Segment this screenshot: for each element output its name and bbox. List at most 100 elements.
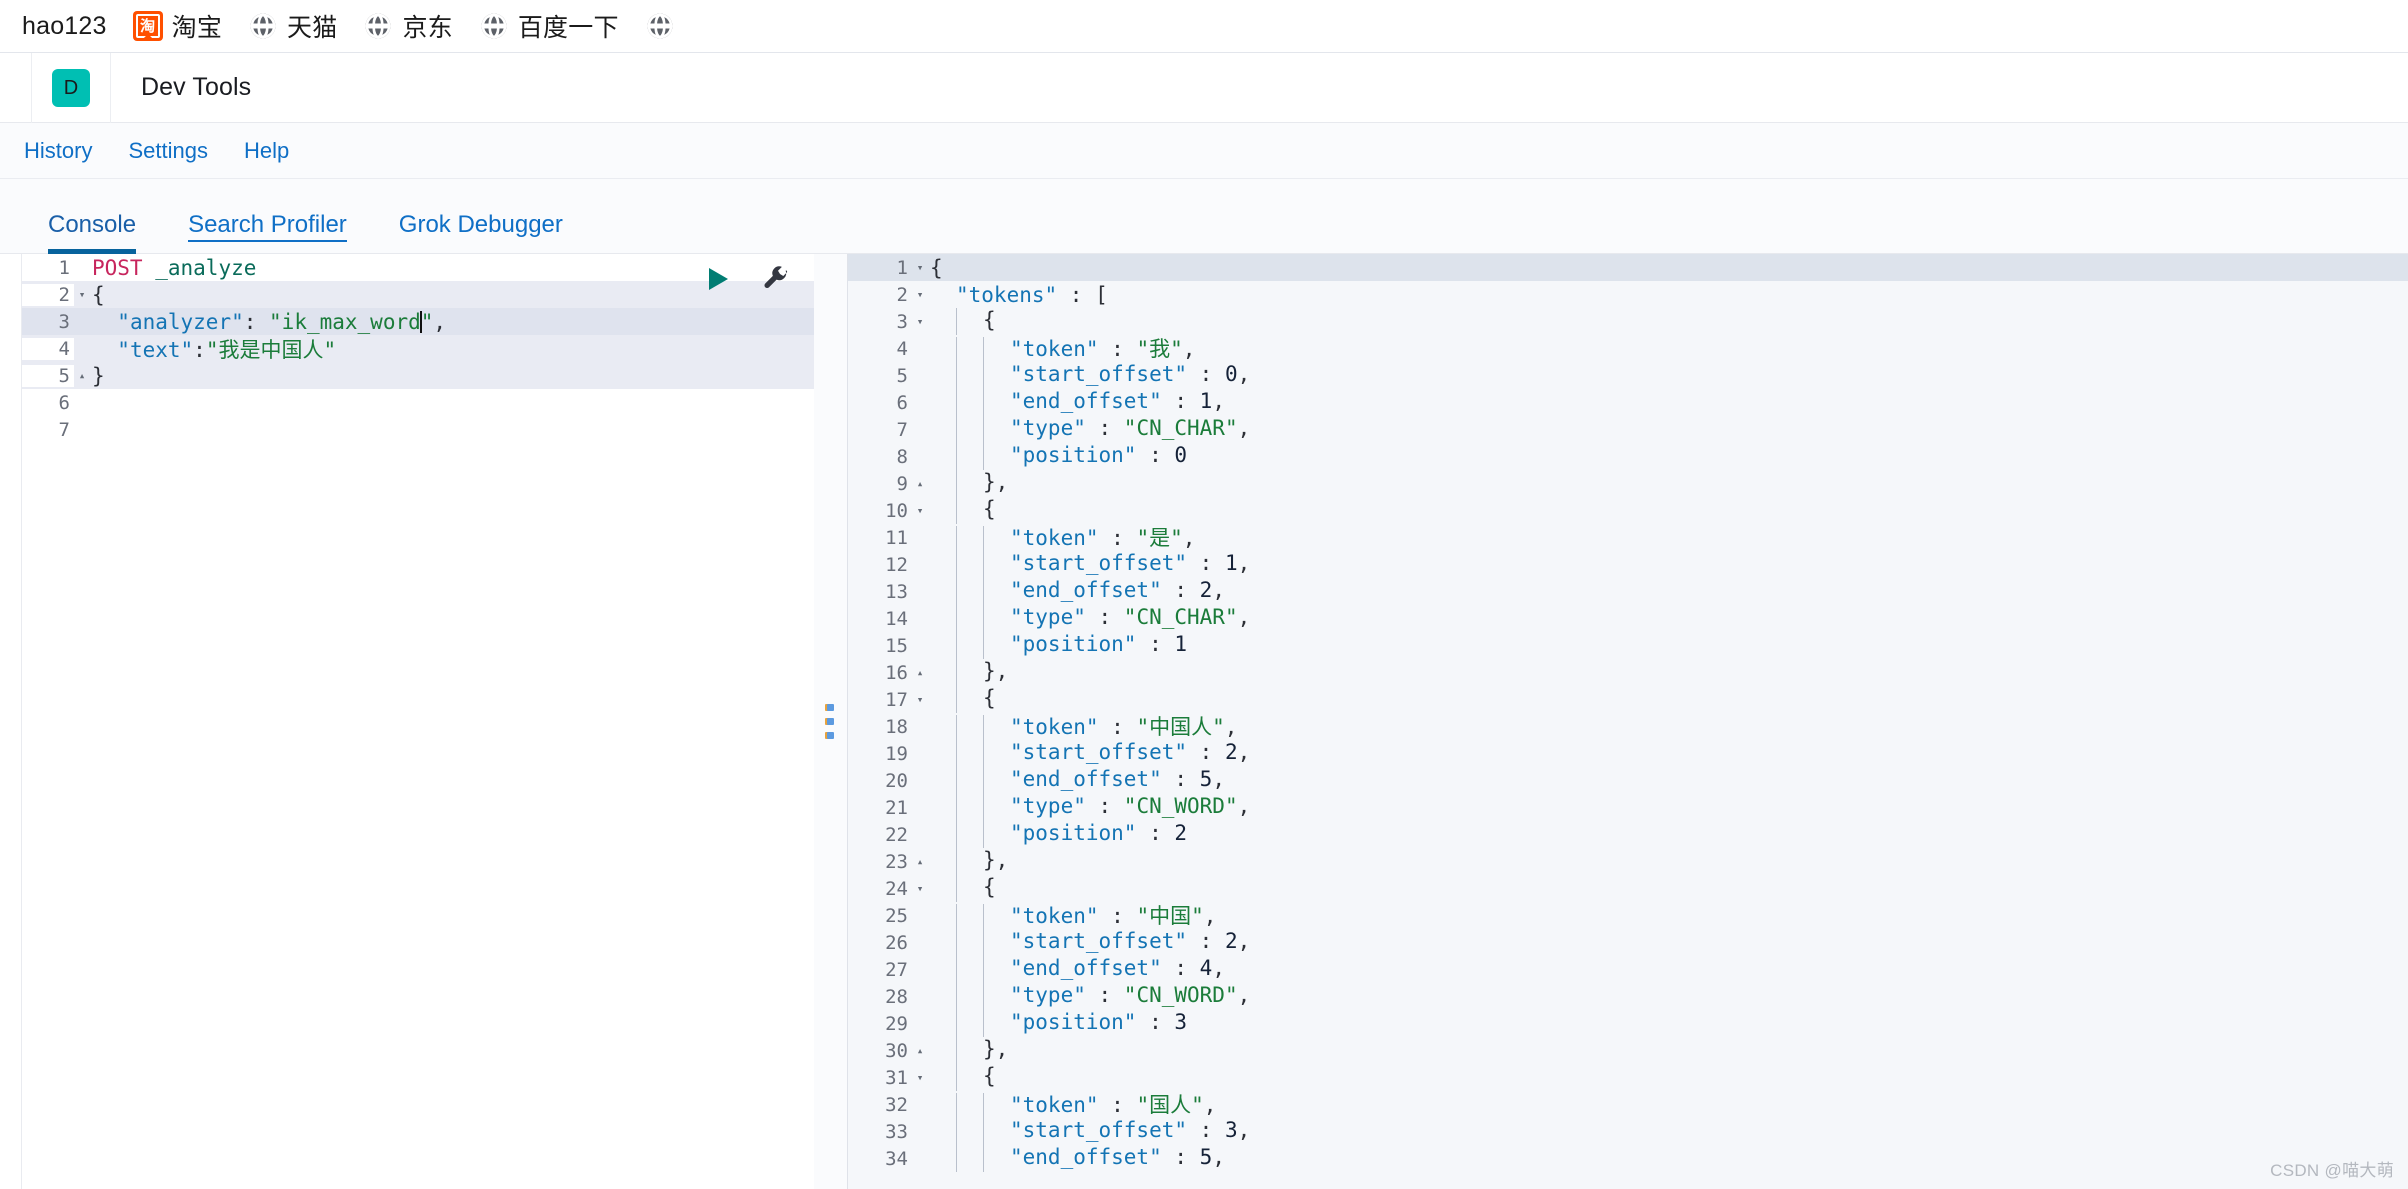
tab-search-profiler[interactable]: Search Profiler: [162, 211, 373, 253]
taobao-icon: 淘: [132, 11, 163, 41]
response-line[interactable]: 32 "token" : "国人",: [848, 1091, 2408, 1120]
response-line[interactable]: 5 "start_offset" : 0,: [848, 362, 2408, 389]
line-number: 2: [848, 283, 912, 306]
request-editor-code[interactable]: 1 POST _analyze 2 ▾{3 "analyzer": "ik_max_w…: [22, 254, 814, 1189]
response-line[interactable]: 3 ▾{: [848, 308, 2408, 335]
bookmark-item-4[interactable]: 百度一下: [469, 4, 635, 48]
response-line[interactable]: 7 "type" : "CN_CHAR",: [848, 416, 2408, 443]
app-header: D Dev Tools: [0, 52, 2408, 123]
response-line-code: "end_offset" : 5,: [928, 767, 2408, 794]
fold-toggle-icon[interactable]: ▾: [912, 686, 928, 713]
app-nav-links: History Settings Help: [0, 123, 2408, 179]
response-line[interactable]: 25 "token" : "中国",: [848, 902, 2408, 931]
response-line[interactable]: 17 ▾{: [848, 686, 2408, 713]
request-line[interactable]: 5 ▴}: [22, 362, 814, 389]
response-line[interactable]: 14 "type" : "CN_CHAR",: [848, 605, 2408, 632]
response-line[interactable]: 13 "end_offset" : 2,: [848, 578, 2408, 605]
fold-toggle-icon[interactable]: ▴: [912, 470, 928, 497]
response-line[interactable]: 24 ▾{: [848, 875, 2408, 902]
response-line-code: {: [928, 497, 2408, 524]
fold-toggle-icon[interactable]: ▾: [912, 281, 928, 308]
globe-icon: [248, 11, 278, 41]
response-line[interactable]: 15 "position" : 1: [848, 632, 2408, 659]
response-line[interactable]: 22 "position" : 2: [848, 821, 2408, 848]
response-line[interactable]: 18 "token" : "中国人",: [848, 713, 2408, 742]
response-line[interactable]: 34 "end_offset" : 5,: [848, 1145, 2408, 1172]
request-line[interactable]: 7: [22, 416, 814, 443]
response-line[interactable]: 4 "token" : "我",: [848, 333, 2408, 364]
bookmark-item-2[interactable]: 天猫: [238, 4, 353, 48]
response-line[interactable]: 6 "end_offset" : 1,: [848, 389, 2408, 416]
response-line[interactable]: 21 "type" : "CN_WORD",: [848, 794, 2408, 821]
response-line[interactable]: 26 "start_offset" : 2,: [848, 929, 2408, 956]
response-line-code: "start_offset" : 2,: [928, 929, 2408, 956]
request-editor-pane[interactable]: 1 POST _analyze 2 ▾{3 "analyzer": "ik_max_w…: [0, 254, 814, 1189]
line-number: 14: [848, 607, 912, 630]
fold-toggle-icon[interactable]: ▾: [912, 254, 928, 281]
request-line[interactable]: 1 POST _analyze: [22, 254, 814, 281]
fold-toggle-icon[interactable]: ▴: [912, 1037, 928, 1064]
fold-toggle-icon[interactable]: ▾: [912, 497, 928, 524]
response-viewer-pane[interactable]: 1 ▾{2 ▾ "tokens" : [3 ▾{4 "token" : "我", 5 "sta…: [848, 254, 2408, 1189]
response-line[interactable]: 20 "end_offset" : 5,: [848, 767, 2408, 794]
bookmark-label: 淘宝: [171, 14, 223, 42]
fold-toggle-icon[interactable]: ▾: [912, 1064, 928, 1091]
response-line-code: "end_offset" : 5,: [928, 1145, 2408, 1172]
response-line[interactable]: 9 ▴},: [848, 470, 2408, 497]
tab-console[interactable]: Console: [22, 211, 162, 254]
line-number: 21: [848, 796, 912, 819]
request-line[interactable]: 4 "text":"我是中国人": [22, 335, 814, 362]
response-line-code: "token" : "我",: [928, 333, 2408, 364]
response-line[interactable]: 12 "start_offset" : 1,: [848, 551, 2408, 578]
request-line[interactable]: 3 "analyzer": "ik_max_word",: [22, 308, 814, 335]
response-line[interactable]: 33 "start_offset" : 3,: [848, 1118, 2408, 1145]
response-line[interactable]: 19 "start_offset" : 2,: [848, 740, 2408, 767]
line-number: 28: [848, 985, 912, 1008]
fold-toggle-icon[interactable]: ▾: [912, 875, 928, 902]
line-number: 5: [848, 364, 912, 387]
play-icon[interactable]: [702, 264, 732, 299]
watermark: CSDN @喵大萌: [2270, 1161, 2394, 1180]
fold-toggle-icon[interactable]: ▾: [74, 281, 90, 308]
wrench-icon[interactable]: [760, 264, 790, 299]
nav-link-history[interactable]: History: [22, 136, 94, 166]
line-number: 19: [848, 742, 912, 765]
response-line[interactable]: 29 "position" : 3: [848, 1010, 2408, 1037]
response-line[interactable]: 27 "end_offset" : 4,: [848, 956, 2408, 983]
bookmark-label: 百度一下: [517, 14, 619, 42]
response-line-code: "type" : "CN_CHAR",: [928, 416, 2408, 443]
line-number: 1: [22, 256, 74, 279]
bookmark-item-3[interactable]: 京东: [353, 4, 468, 48]
response-line[interactable]: 28 "type" : "CN_WORD",: [848, 983, 2408, 1010]
response-line-code: {: [928, 1064, 2408, 1091]
globe-icon: [479, 11, 509, 41]
response-viewer-code[interactable]: 1 ▾{2 ▾ "tokens" : [3 ▾{4 "token" : "我", 5 "sta…: [848, 254, 2408, 1172]
response-line[interactable]: 10 ▾{: [848, 497, 2408, 524]
request-line[interactable]: 6: [22, 389, 814, 416]
fold-toggle-icon[interactable]: ▾: [912, 308, 928, 335]
response-line[interactable]: 30 ▴},: [848, 1037, 2408, 1064]
nav-link-help[interactable]: Help: [242, 136, 291, 166]
response-line-code: "end_offset" : 1,: [928, 389, 2408, 416]
tab-label: Grok Debugger: [398, 211, 563, 238]
response-line[interactable]: 8 "position" : 0: [848, 443, 2408, 470]
bookmark-item-1[interactable]: 淘淘宝: [123, 4, 238, 48]
response-line-code: },: [928, 659, 2408, 686]
response-line[interactable]: 2 ▾ "tokens" : [: [848, 281, 2408, 308]
request-line[interactable]: 2 ▾{: [22, 281, 814, 308]
response-line[interactable]: 31 ▾{: [848, 1064, 2408, 1091]
fold-toggle-icon[interactable]: ▴: [912, 659, 928, 686]
fold-toggle-icon[interactable]: ▴: [74, 362, 90, 389]
response-line-code: "end_offset" : 4,: [928, 956, 2408, 983]
tab-grok-debugger[interactable]: Grok Debugger: [373, 213, 589, 253]
tab-label: Console: [48, 211, 137, 238]
response-line[interactable]: 11 "token" : "是",: [848, 524, 2408, 553]
response-line[interactable]: 1 ▾{: [848, 254, 2408, 281]
bookmark-item-5[interactable]: [635, 7, 691, 45]
pane-resize-handle[interactable]: [814, 254, 848, 1189]
response-line[interactable]: 23 ▴},: [848, 848, 2408, 875]
response-line[interactable]: 16 ▴},: [848, 659, 2408, 686]
nav-link-settings[interactable]: Settings: [126, 136, 210, 166]
bookmark-item-0[interactable]: hao123: [12, 8, 123, 45]
fold-toggle-icon[interactable]: ▴: [912, 848, 928, 875]
